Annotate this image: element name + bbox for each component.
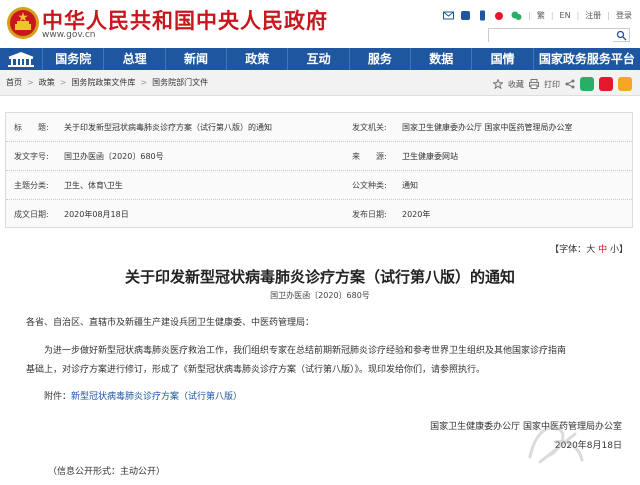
nav-news[interactable]: 新闻	[164, 48, 226, 70]
weibo-share-icon[interactable]	[599, 77, 613, 91]
meta-date-label: 成文日期:	[14, 210, 49, 219]
meta-issuer-value: 国家卫生健康委办公厅 国家中医药管理局办公室	[402, 123, 573, 132]
meta-topic-label: 主题分类:	[14, 181, 49, 190]
attachment-link[interactable]: 新型冠状病毒肺炎诊疗方案（试行第八版）	[71, 392, 242, 402]
chevron-right-icon: >	[59, 78, 67, 87]
weibo-icon[interactable]	[494, 10, 505, 21]
share-icon[interactable]	[565, 79, 575, 89]
site-header: 中华人民共和国中央人民政府 www.gov.cn | 繁 | EN | 注册 |…	[0, 0, 640, 48]
meta-date-value: 2020年08月18日	[64, 210, 129, 219]
search-input[interactable]	[489, 35, 613, 48]
nav-service-platform[interactable]: 国家政务服务平台	[532, 48, 640, 70]
print-icon[interactable]	[529, 79, 539, 89]
article-body-line-2: 基础上，对诊疗方案进行修订，形成了《新型冠状病毒肺炎诊疗方案（试行第八版）》。现…	[26, 365, 486, 375]
meta-docno-value: 国卫办医函〔2020〕680号	[64, 152, 164, 161]
meta-title-value: 关于印发新型冠状病毒肺炎诊疗方案（试行第八版）的通知	[64, 123, 272, 132]
disclosure-note: （信息公开形式：主动公开）	[48, 467, 166, 477]
document-metadata: 标 题: 关于印发新型冠状病毒肺炎诊疗方案（试行第八版）的通知 发文机关: 国家…	[5, 112, 633, 228]
national-emblem-icon[interactable]	[6, 6, 40, 40]
nav-state-council[interactable]: 国务院	[42, 48, 103, 70]
meta-row: 成文日期: 2020年08月18日 发布日期: 2020年	[6, 200, 632, 229]
nav-premier[interactable]: 总理	[103, 48, 164, 70]
meta-pub-label: 发布日期:	[352, 210, 387, 219]
favorite-link[interactable]: 收藏	[508, 79, 524, 90]
breadcrumb-department-docs[interactable]: 国务院部门文件	[152, 77, 208, 88]
font-size-small[interactable]: 小	[610, 245, 619, 255]
attachment-label: 附件：	[44, 392, 72, 402]
chevron-right-icon: >	[140, 78, 148, 87]
meta-pub-value: 2020年	[402, 210, 431, 219]
app-icon[interactable]	[460, 10, 471, 21]
mobile-icon[interactable]	[477, 10, 488, 21]
meta-docno-label: 发文字号:	[14, 152, 49, 161]
login-link[interactable]: 登录	[616, 10, 632, 21]
meta-source-value: 卫生健康委网站	[402, 152, 458, 161]
article-attachment: 附件：新型冠状病毒肺炎诊疗方案（试行第八版）	[44, 388, 242, 407]
mail-icon[interactable]	[443, 10, 455, 21]
qzone-share-icon[interactable]	[618, 77, 632, 91]
article-doc-number: 国卫办医函〔2020〕680号	[270, 291, 370, 300]
meta-topic-value: 卫生、体育\卫生	[64, 181, 123, 190]
main-nav: 国务院 总理 新闻 政策 互动 服务 数据 国情 国家政务服务平台	[0, 48, 640, 70]
chevron-right-icon: >	[27, 78, 34, 87]
great-hall-icon	[8, 52, 35, 67]
font-size-large[interactable]: 大	[586, 245, 595, 255]
meta-type-label: 公文种类:	[352, 181, 387, 190]
meta-row: 主题分类: 卫生、体育\卫生 公文种类: 通知	[6, 171, 632, 200]
breadcrumb-home[interactable]: 首页	[6, 77, 22, 88]
breadcrumb-policy-library[interactable]: 国务院政策文件库	[71, 77, 135, 88]
font-size-end: 】	[618, 245, 628, 255]
english-link[interactable]: EN	[560, 11, 571, 20]
article-title: 关于印发新型冠状病毒肺炎诊疗方案（试行第八版）的通知	[124, 268, 515, 286]
meta-row: 标 题: 关于印发新型冠状病毒肺炎诊疗方案（试行第八版）的通知 发文机关: 国家…	[6, 113, 632, 142]
article-salutation: 各省、自治区、直辖市及新疆生产建设兵团卫生健康委、中医药管理局：	[26, 318, 315, 328]
meta-title-label: 标 题:	[14, 123, 49, 132]
wechat-share-icon[interactable]	[580, 77, 594, 91]
star-icon[interactable]	[493, 79, 503, 89]
nav-data[interactable]: 数据	[410, 48, 471, 70]
register-link[interactable]: 注册	[585, 10, 601, 21]
nav-national-info[interactable]: 国情	[471, 48, 532, 70]
article-body-line-1: 为进一步做好新型冠状病毒肺炎医疗救治工作，我们组织专家在总结前期新冠肺炎诊疗经验…	[44, 346, 567, 356]
page-tools: 收藏 打印	[493, 77, 632, 91]
nav-services[interactable]: 服务	[348, 48, 410, 70]
nav-interaction[interactable]: 互动	[287, 48, 348, 70]
font-size-control: 【字体：大 中 小】	[550, 242, 628, 255]
font-size-label: 【字体：	[550, 245, 587, 255]
wechat-icon[interactable]	[511, 10, 522, 21]
meta-type-value: 通知	[402, 181, 418, 190]
traditional-chinese-link[interactable]: 繁	[537, 10, 545, 21]
nav-home[interactable]	[0, 48, 42, 70]
search-box[interactable]	[488, 28, 630, 48]
print-link[interactable]: 打印	[544, 79, 560, 90]
meta-source-label: 来 源:	[352, 152, 387, 161]
search-icon[interactable]	[616, 30, 627, 41]
watermark-icon	[528, 425, 584, 464]
site-url: www.gov.cn	[42, 30, 96, 40]
font-size-medium[interactable]: 中	[598, 245, 607, 255]
top-links: | 繁 | EN | 注册 | 登录	[443, 10, 632, 21]
nav-policy[interactable]: 政策	[226, 48, 287, 70]
meta-issuer-label: 发文机关:	[352, 123, 387, 132]
breadcrumb-policy[interactable]: 政策	[39, 77, 55, 88]
meta-row: 发文字号: 国卫办医函〔2020〕680号 来 源: 卫生健康委网站	[6, 142, 632, 171]
